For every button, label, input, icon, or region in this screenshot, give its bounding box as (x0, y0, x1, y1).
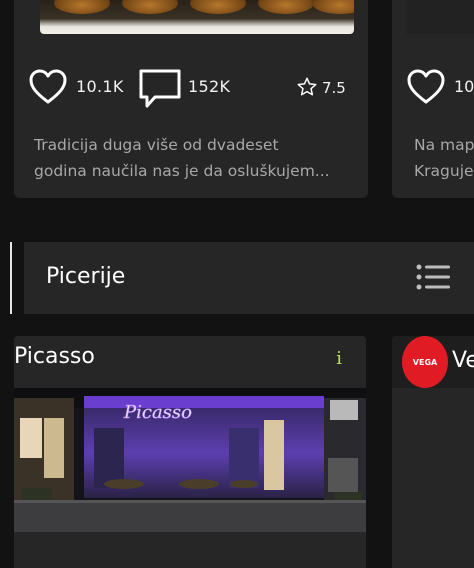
comment-icon[interactable] (138, 68, 182, 110)
section-title: Picerije (46, 264, 126, 289)
description-line: Na map (414, 136, 474, 154)
post-card[interactable]: 10.1K 152K 7.5 Tradicija duga više od dv… (14, 0, 368, 198)
description-line: Tradicija duga više od dvadeset (34, 136, 279, 154)
like-count: 10 (454, 77, 474, 96)
comment-count: 152K (188, 77, 231, 96)
rating-value: 7.5 (322, 79, 346, 97)
post-card[interactable]: 10 Na map Kraguje (392, 0, 474, 198)
list-icon[interactable] (416, 264, 450, 290)
food-photo (40, 0, 354, 34)
like-count: 10.1K (76, 77, 124, 96)
card-body (392, 388, 474, 568)
place-name: Ve (452, 348, 474, 373)
stats-row: 10.1K 152K 7.5 (14, 66, 368, 108)
food-photo (406, 0, 474, 34)
section-header: Picerije (24, 242, 474, 314)
heart-icon[interactable] (28, 68, 68, 106)
place-card[interactable]: Picasso i Picasso (14, 336, 366, 568)
heart-icon[interactable] (406, 68, 446, 106)
description-line: Kraguje (414, 162, 474, 180)
place-name: Picasso (14, 344, 95, 369)
post-description: Tradicija duga više od dvadeset godina n… (34, 132, 364, 184)
place-card[interactable]: VEGA Ve (392, 336, 474, 568)
section-accent-bar (10, 242, 12, 314)
neon-sign: Picasso (123, 402, 192, 423)
description-line: godina naučila nas je da osluškujem... (34, 162, 330, 180)
vega-logo: VEGA (402, 336, 448, 388)
restaurant-photo: Picasso (14, 388, 366, 532)
logo-text: VEGA (412, 357, 438, 367)
star-icon (297, 77, 317, 96)
info-icon[interactable]: i (336, 348, 342, 369)
post-description: Na map Kraguje (414, 132, 474, 184)
